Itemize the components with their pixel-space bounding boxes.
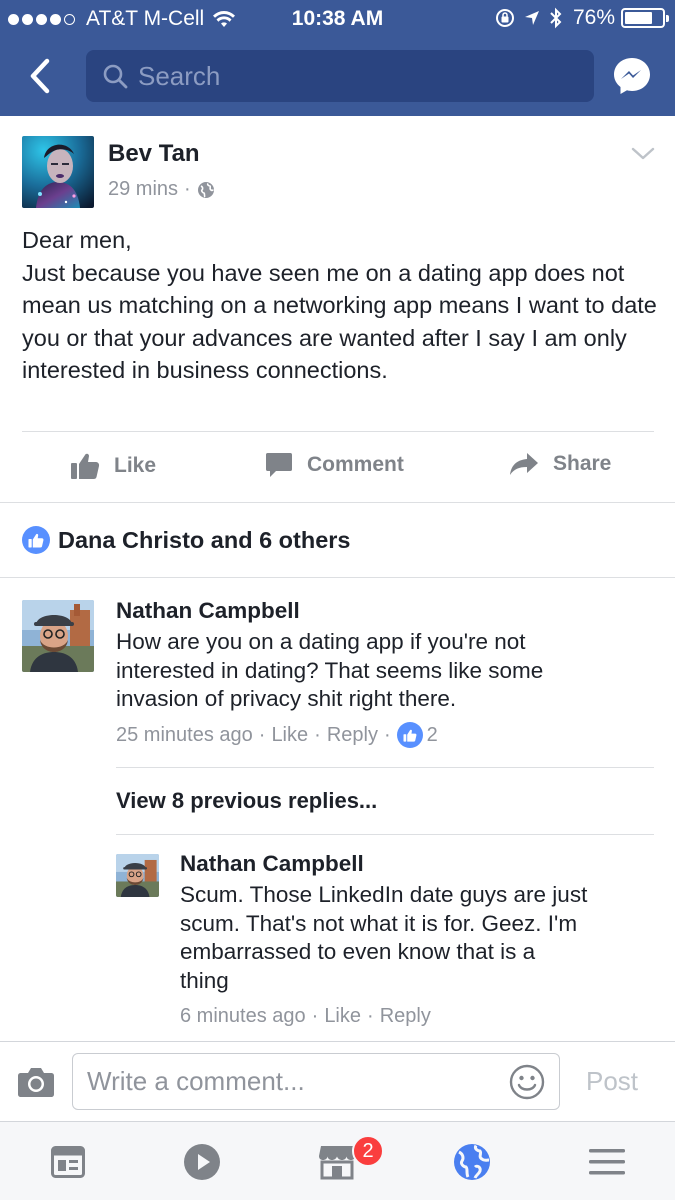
reply-timestamp: 6 minutes ago (180, 1005, 306, 1027)
tab-marketplace[interactable] (317, 1142, 357, 1182)
meta-separator: · (184, 178, 191, 200)
comment-meta: 25 minutes ago · Like · Reply · 2 (116, 722, 438, 748)
post-options-button[interactable] (630, 146, 656, 162)
like-button[interactable]: Like (70, 452, 156, 480)
camera-button[interactable] (17, 1066, 55, 1098)
status-bar: AT&T M-Cell 10:38 AM 76% (0, 0, 675, 38)
nav-row (0, 38, 675, 116)
reply-reply-link[interactable]: Reply (380, 1005, 431, 1028)
view-previous-replies-link[interactable]: View 8 previous replies... (116, 788, 377, 814)
share-button-label: Share (553, 452, 612, 475)
hamburger-menu-icon (589, 1149, 625, 1175)
post-author-name[interactable]: Bev Tan (108, 140, 200, 168)
meta-separator: · (367, 1005, 374, 1027)
post-action-bar: Like Comment Share (0, 434, 675, 500)
reply-text: Scum. Those LinkedIn date guys are just … (180, 882, 588, 993)
likes-summary-text: Dana Christo and 6 others (58, 526, 351, 553)
comment-input[interactable] (87, 1066, 487, 1097)
status-right: 76% (487, 6, 669, 30)
comment-author-name[interactable]: Nathan Campbell (116, 598, 300, 624)
comment-like-link[interactable]: Like (271, 724, 308, 747)
globe-icon (454, 1144, 490, 1180)
tab-video[interactable] (182, 1142, 222, 1182)
divider (116, 834, 654, 835)
share-arrow-icon (510, 453, 538, 475)
tab-menu[interactable] (587, 1142, 627, 1182)
post-comment-button[interactable]: Post (586, 1066, 638, 1097)
post-timestamp[interactable]: 29 mins (108, 178, 178, 201)
likes-summary[interactable]: Dana Christo and 6 others (22, 526, 351, 554)
share-button[interactable]: Share (509, 452, 611, 476)
news-feed-icon (51, 1146, 85, 1178)
comment-like-count[interactable]: 2 (427, 724, 438, 747)
commenter-avatar-image (22, 600, 94, 672)
reply-meta: 6 minutes ago · Like · Reply (180, 1005, 431, 1028)
marketplace-notification-badge: 2 (352, 1135, 384, 1167)
emoji-button[interactable] (509, 1064, 545, 1100)
comment-timestamp: 25 minutes ago (116, 723, 253, 746)
play-circle-icon (184, 1144, 220, 1180)
rotation-lock-icon (495, 9, 514, 27)
messenger-icon (614, 58, 650, 94)
avatar[interactable] (22, 136, 94, 208)
comment-composer: Post (0, 1041, 675, 1121)
like-reaction-icon (22, 526, 50, 554)
post-body-text: Dear men, Just because you have seen me … (22, 227, 657, 383)
location-arrow-icon (524, 11, 539, 25)
meta-separator: · (311, 1005, 319, 1027)
tab-news-feed[interactable] (48, 1142, 88, 1182)
meta-separator: · (258, 723, 266, 746)
search-icon (103, 64, 128, 89)
like-reaction-icon (396, 722, 423, 748)
avatar[interactable] (22, 600, 94, 672)
author-avatar-image (22, 136, 94, 208)
globe-icon (197, 181, 214, 198)
search-bar[interactable] (86, 50, 594, 102)
like-button-label: Like (114, 454, 157, 477)
divider (0, 577, 675, 578)
avatar[interactable] (116, 854, 159, 897)
tab-notifications-globe[interactable] (452, 1142, 492, 1182)
replier-avatar-image (116, 854, 159, 897)
bluetooth-icon (550, 7, 562, 29)
search-input[interactable] (138, 60, 558, 92)
battery-percent: 76% (572, 6, 615, 29)
bottom-tab-bar: 2 (0, 1121, 675, 1200)
comment-bubble-icon (266, 453, 292, 477)
comment-button[interactable]: Comment (265, 452, 404, 478)
back-button[interactable] (18, 54, 62, 98)
camera-icon (18, 1068, 54, 1097)
comment-text: How are you on a dating app if you're no… (116, 629, 544, 711)
meta-separator: · (314, 723, 321, 746)
back-chevron-icon (30, 58, 50, 94)
smiley-icon (509, 1064, 545, 1100)
comment-input-box[interactable] (72, 1053, 560, 1110)
marketplace-store-icon (319, 1146, 355, 1180)
messenger-button[interactable] (612, 56, 652, 96)
post-meta: 29 mins · (108, 178, 215, 201)
divider (0, 502, 675, 503)
reply-author-name[interactable]: Nathan Campbell (180, 851, 364, 877)
divider (22, 431, 654, 432)
chevron-down-icon (631, 147, 655, 160)
meta-separator: · (383, 723, 391, 746)
top-header: AT&T M-Cell 10:38 AM 76% (0, 0, 675, 116)
battery-icon (621, 8, 669, 28)
reply-like-link[interactable]: Like (324, 1005, 361, 1028)
comment-reply-link[interactable]: Reply (327, 724, 378, 747)
comment-button-label: Comment (307, 453, 404, 476)
thumbs-up-icon (71, 453, 100, 479)
divider (116, 767, 654, 768)
